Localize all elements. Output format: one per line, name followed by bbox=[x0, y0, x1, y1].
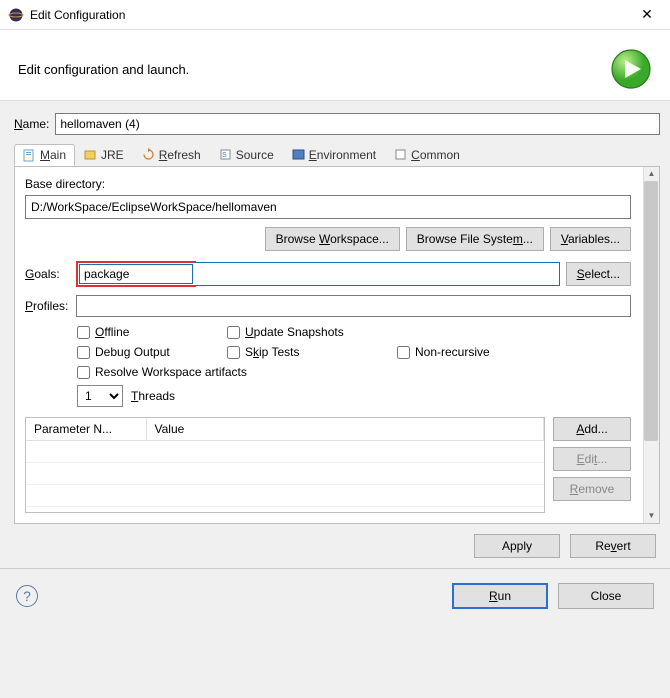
apply-revert-row: Apply Revert bbox=[14, 524, 660, 560]
parameter-table[interactable]: Parameter N... Value bbox=[25, 417, 545, 513]
scrollbar[interactable]: ▲ ▼ bbox=[643, 167, 659, 523]
tab-main-label: Main bbox=[40, 148, 66, 162]
goals-input[interactable] bbox=[79, 264, 193, 284]
goals-row: Goals: Select... bbox=[25, 261, 631, 287]
parameter-area: Parameter N... Value Add... Edit... Remo… bbox=[25, 417, 631, 513]
tab-panel-main: ▲ ▼ Base directory: Browse Workspace... … bbox=[14, 167, 660, 524]
column-value[interactable]: Value bbox=[146, 418, 544, 441]
base-dir-button-row: Browse Workspace... Browse File System..… bbox=[25, 227, 631, 251]
profiles-row: Profiles: bbox=[25, 295, 631, 317]
threads-select[interactable]: 1 bbox=[77, 385, 123, 407]
tab-jre-label: JRE bbox=[101, 148, 124, 162]
header-subtitle: Edit configuration and launch. bbox=[18, 62, 189, 77]
tab-common[interactable]: Common bbox=[385, 144, 469, 166]
table-header-row: Parameter N... Value bbox=[26, 418, 544, 441]
table-row[interactable] bbox=[26, 485, 544, 507]
add-parameter-button[interactable]: Add... bbox=[553, 417, 631, 441]
dialog-footer: ? Run Close bbox=[0, 568, 670, 623]
update-snapshots-checkbox[interactable]: Update Snapshots bbox=[227, 325, 397, 339]
eclipse-icon bbox=[8, 7, 24, 23]
threads-row: 1 Threads bbox=[77, 385, 631, 407]
window-title: Edit Configuration bbox=[30, 8, 632, 22]
name-input[interactable] bbox=[55, 113, 660, 135]
close-button[interactable]: Close bbox=[558, 583, 654, 609]
apply-button[interactable]: Apply bbox=[474, 534, 560, 558]
tab-refresh[interactable]: Refresh bbox=[133, 144, 210, 166]
help-icon[interactable]: ? bbox=[16, 585, 38, 607]
name-row: NName:ame: bbox=[14, 113, 660, 135]
jre-icon bbox=[84, 148, 97, 161]
scrollbar-thumb[interactable] bbox=[644, 181, 658, 441]
close-icon[interactable]: ✕ bbox=[632, 6, 662, 23]
table-row[interactable] bbox=[26, 463, 544, 485]
tab-jre[interactable]: JRE bbox=[75, 144, 133, 166]
footer-buttons: Run Close bbox=[452, 583, 654, 609]
offline-checkbox[interactable]: Offline bbox=[77, 325, 227, 339]
tab-common-label: Common bbox=[411, 148, 460, 162]
title-bar: Edit Configuration ✕ bbox=[0, 0, 670, 30]
scroll-down-icon[interactable]: ▼ bbox=[644, 509, 659, 523]
name-label: NName:ame: bbox=[14, 117, 49, 131]
options-grid: Offline Update Snapshots Debug Output Sk… bbox=[77, 325, 631, 379]
profiles-label: Profiles: bbox=[25, 299, 70, 313]
svg-text:S: S bbox=[222, 152, 227, 159]
goals-label: Goals: bbox=[25, 267, 70, 281]
run-icon bbox=[610, 48, 652, 90]
browse-filesystem-button[interactable]: Browse File System... bbox=[406, 227, 544, 251]
goals-highlight-box bbox=[76, 261, 196, 287]
base-directory-input[interactable] bbox=[25, 195, 631, 219]
tab-environment-label: Environment bbox=[309, 148, 376, 162]
skip-tests-checkbox[interactable]: Skip Tests bbox=[227, 345, 397, 359]
tab-environment[interactable]: Environment bbox=[283, 144, 385, 166]
column-parameter-name[interactable]: Parameter N... bbox=[26, 418, 146, 441]
resolve-workspace-checkbox[interactable]: Resolve Workspace artifacts bbox=[77, 365, 547, 379]
run-button[interactable]: Run bbox=[452, 583, 548, 609]
table-row[interactable] bbox=[26, 441, 544, 463]
scroll-up-icon[interactable]: ▲ bbox=[644, 167, 659, 181]
refresh-icon bbox=[142, 148, 155, 161]
tab-source-label: Source bbox=[236, 148, 274, 162]
threads-label: Threads bbox=[131, 389, 175, 403]
common-icon bbox=[394, 148, 407, 161]
goals-input-extension[interactable] bbox=[194, 262, 560, 286]
document-icon bbox=[23, 149, 36, 162]
parameter-button-column: Add... Edit... Remove bbox=[553, 417, 631, 513]
base-directory-label: Base directory: bbox=[25, 177, 631, 191]
tab-refresh-label: Refresh bbox=[159, 148, 201, 162]
select-goals-button[interactable]: Select... bbox=[566, 262, 631, 286]
tab-main[interactable]: Main bbox=[14, 144, 75, 166]
remove-parameter-button: Remove bbox=[553, 477, 631, 501]
debug-output-checkbox[interactable]: Debug Output bbox=[77, 345, 227, 359]
edit-parameter-button: Edit... bbox=[553, 447, 631, 471]
non-recursive-checkbox[interactable]: Non-recursive bbox=[397, 345, 547, 359]
revert-button[interactable]: Revert bbox=[570, 534, 656, 558]
tab-bar: Main JRE Refresh S Source Environment Co… bbox=[14, 143, 660, 167]
variables-button[interactable]: Variables... bbox=[550, 227, 631, 251]
tab-source[interactable]: S Source bbox=[210, 144, 283, 166]
source-icon: S bbox=[219, 148, 232, 161]
browse-workspace-button[interactable]: Browse Workspace... bbox=[265, 227, 400, 251]
environment-icon bbox=[292, 148, 305, 161]
dialog-header: Edit configuration and launch. bbox=[0, 30, 670, 101]
content-area: NName:ame: Main JRE Refresh S Source Env… bbox=[0, 101, 670, 568]
profiles-input[interactable] bbox=[76, 295, 631, 317]
